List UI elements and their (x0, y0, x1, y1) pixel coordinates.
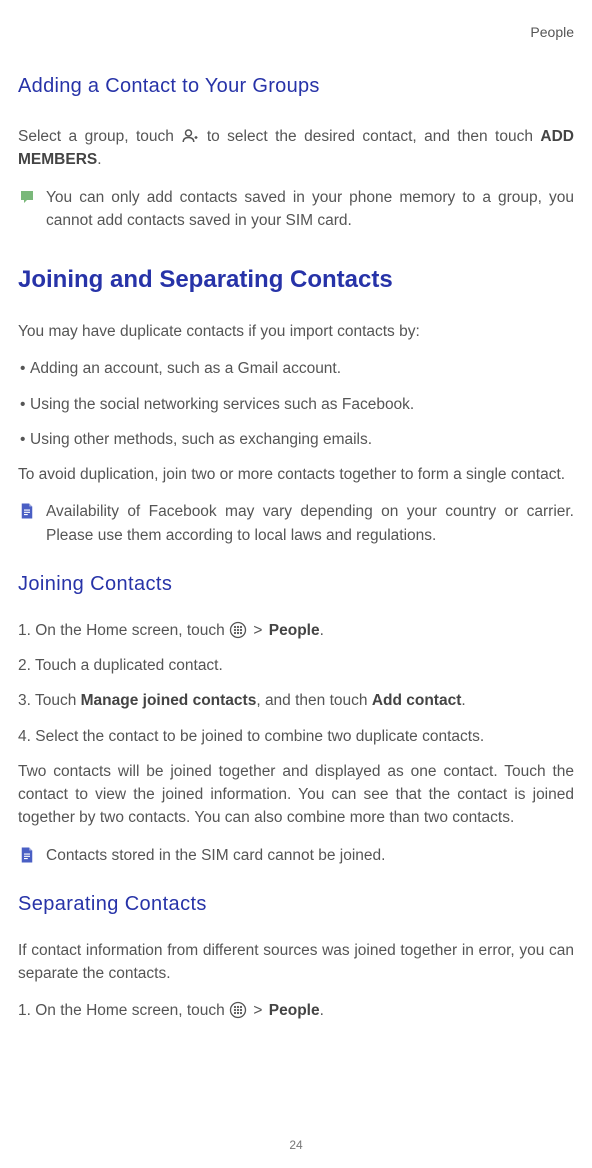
text: > (251, 1002, 268, 1019)
paragraph: Select a group, touch to select the desi… (18, 125, 574, 172)
paragraph: Two contacts will be joined together and… (18, 760, 574, 830)
text: On the Home screen, touch (35, 622, 229, 639)
text-bold: People (269, 622, 320, 639)
note: Availability of Facebook may vary depend… (18, 500, 574, 547)
text-bold: Add contact (372, 692, 462, 709)
text: Using other methods, such as exchanging … (30, 431, 372, 448)
bullet-item: •Adding an account, such as a Gmail acco… (18, 357, 574, 380)
text: , and then touch (256, 692, 371, 709)
step-1: 1. On the Home screen, touch > People. (18, 999, 574, 1022)
note-page-icon (18, 846, 36, 864)
note-text: Contacts stored in the SIM card cannot b… (46, 844, 574, 867)
text-bold: Manage joined contacts (81, 692, 257, 709)
text: On the Home screen, touch (35, 1002, 229, 1019)
text: Touch (35, 692, 81, 709)
heading-joining-contacts: Joining Contacts (18, 569, 574, 599)
text: to select the desired contact, and then … (207, 128, 541, 145)
heading-adding-contact-to-groups: Adding a Contact to Your Groups (18, 71, 574, 101)
text: > (251, 622, 268, 639)
note-text: You can only add contacts saved in your … (46, 186, 574, 233)
paragraph: If contact information from different so… (18, 939, 574, 986)
text: Using the social networking services suc… (30, 396, 414, 413)
step-number: 1. (18, 1002, 35, 1019)
paragraph: To avoid duplication, join two or more c… (18, 463, 574, 486)
page-number: 24 (289, 1136, 302, 1154)
step-1: 1. On the Home screen, touch > People. (18, 619, 574, 642)
step-3: 3. Touch Manage joined contacts, and the… (18, 689, 574, 712)
text: Touch a duplicated contact. (35, 657, 223, 674)
step-number: 4. (18, 728, 35, 745)
step-number: 2. (18, 657, 35, 674)
note-page-icon (18, 502, 36, 520)
apps-grid-icon (229, 1001, 247, 1019)
step-4: 4. Select the contact to be joined to co… (18, 725, 574, 748)
chapter-header: People (18, 22, 574, 43)
text: . (320, 622, 324, 639)
heading-joining-separating: Joining and Separating Contacts (18, 262, 574, 298)
text: Select a group, touch (18, 128, 181, 145)
apps-grid-icon (229, 621, 247, 639)
text-bold: People (269, 1002, 320, 1019)
text: Adding an account, such as a Gmail accou… (30, 360, 341, 377)
text: . (461, 692, 465, 709)
step-number: 3. (18, 692, 35, 709)
text: Select the contact to be joined to combi… (35, 728, 484, 745)
bullet-item: •Using other methods, such as exchanging… (18, 428, 574, 451)
note: Contacts stored in the SIM card cannot b… (18, 844, 574, 867)
paragraph: You may have duplicate contacts if you i… (18, 320, 574, 343)
heading-separating-contacts: Separating Contacts (18, 889, 574, 919)
step-2: 2. Touch a duplicated contact. (18, 654, 574, 677)
step-number: 1. (18, 622, 35, 639)
bullet-item: •Using the social networking services su… (18, 393, 574, 416)
text: . (97, 151, 101, 168)
tip-icon (18, 188, 36, 206)
text: . (320, 1002, 324, 1019)
add-contact-icon (181, 127, 199, 145)
note: You can only add contacts saved in your … (18, 186, 574, 233)
note-text: Availability of Facebook may vary depend… (46, 500, 574, 547)
